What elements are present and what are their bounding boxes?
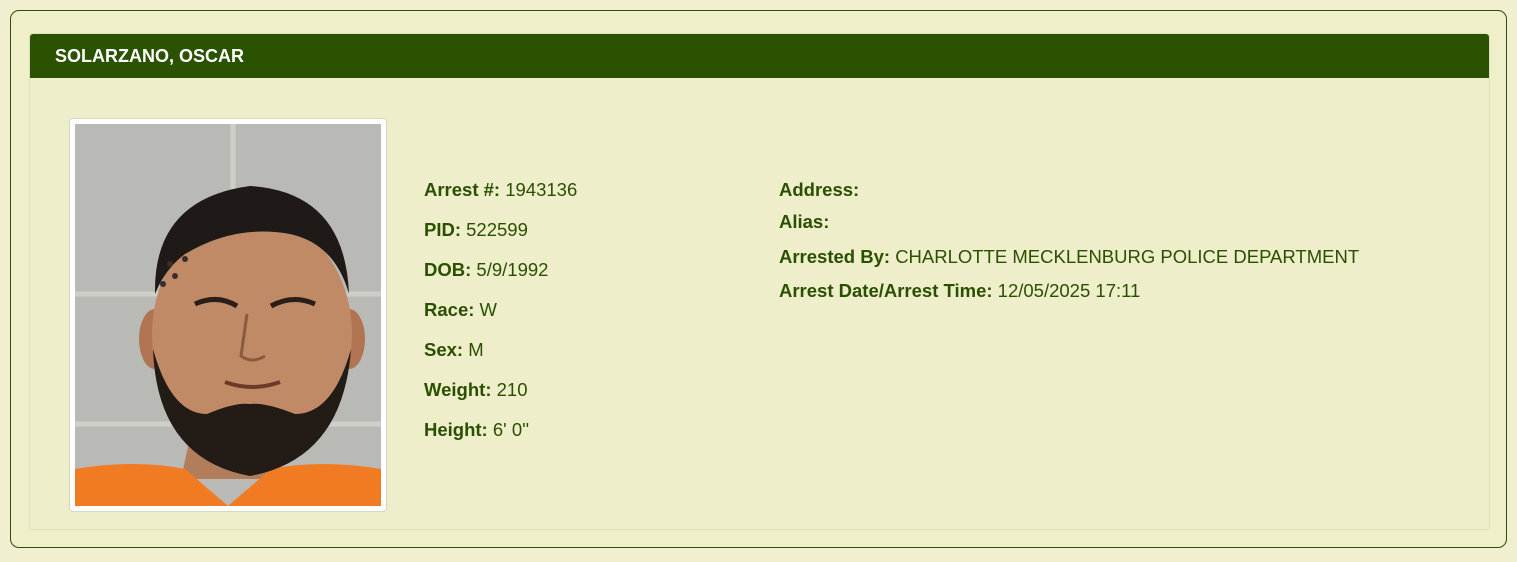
record-panel: SOLARZANO, OSCAR Arrest #: 1943136 PID: … [29, 33, 1490, 530]
sex-label: Sex: [424, 339, 464, 360]
arrest-number-value: 1943136 [505, 179, 578, 200]
weight-label: Weight: [424, 379, 492, 400]
arrest-datetime-label: Arrest Date/Arrest Time: [779, 280, 993, 301]
alias-row: Alias: [779, 205, 1359, 240]
arrest-datetime-value: 12/05/2025 17:11 [997, 280, 1141, 301]
weight-value: 210 [496, 379, 528, 400]
height-label: Height: [424, 419, 488, 440]
race-value: W [479, 299, 497, 320]
arrested-by-row: Arrested By: CHARLOTTE MECKLENBURG POLIC… [779, 240, 1359, 275]
sex-value: M [468, 339, 484, 360]
sex-row: Sex: M [424, 330, 577, 370]
pid-row: PID: 522599 [424, 210, 577, 250]
arrest-details-primary: Arrest #: 1943136 PID: 522599 DOB: 5/9/1… [424, 170, 577, 450]
height-value: 6' 0'' [492, 419, 530, 440]
dob-value: 5/9/1992 [476, 259, 549, 280]
pid-label: PID: [424, 219, 461, 240]
arrest-record-card: SOLARZANO, OSCAR Arrest #: 1943136 PID: … [10, 10, 1507, 548]
record-name-header: SOLARZANO, OSCAR [30, 34, 1489, 78]
mugshot-photo [69, 118, 387, 512]
arrested-by-label: Arrested By: [779, 245, 891, 267]
arrest-number-row: Arrest #: 1943136 [424, 170, 577, 210]
race-label: Race: [424, 299, 475, 320]
alias-label: Alias: [779, 211, 830, 232]
race-row: Race: W [424, 290, 577, 330]
mugshot-image [75, 124, 381, 506]
address-label: Address: [779, 179, 860, 200]
height-row: Height: 6' 0'' [424, 410, 577, 450]
pid-value: 522599 [466, 219, 528, 240]
arrested-by-value: CHARLOTTE MECKLENBURG POLICE DEPARTMENT [895, 245, 1360, 267]
weight-row: Weight: 210 [424, 370, 577, 410]
arrest-details-secondary: Address: Alias: Arrested By: CHARLOTTE M… [779, 170, 1359, 309]
arrest-number-label: Arrest #: [424, 179, 501, 200]
dob-label: DOB: [424, 259, 472, 280]
dob-row: DOB: 5/9/1992 [424, 250, 577, 290]
address-row: Address: [779, 170, 1359, 210]
arrest-datetime-row: Arrest Date/Arrest Time: 12/05/2025 17:1… [779, 274, 1359, 309]
